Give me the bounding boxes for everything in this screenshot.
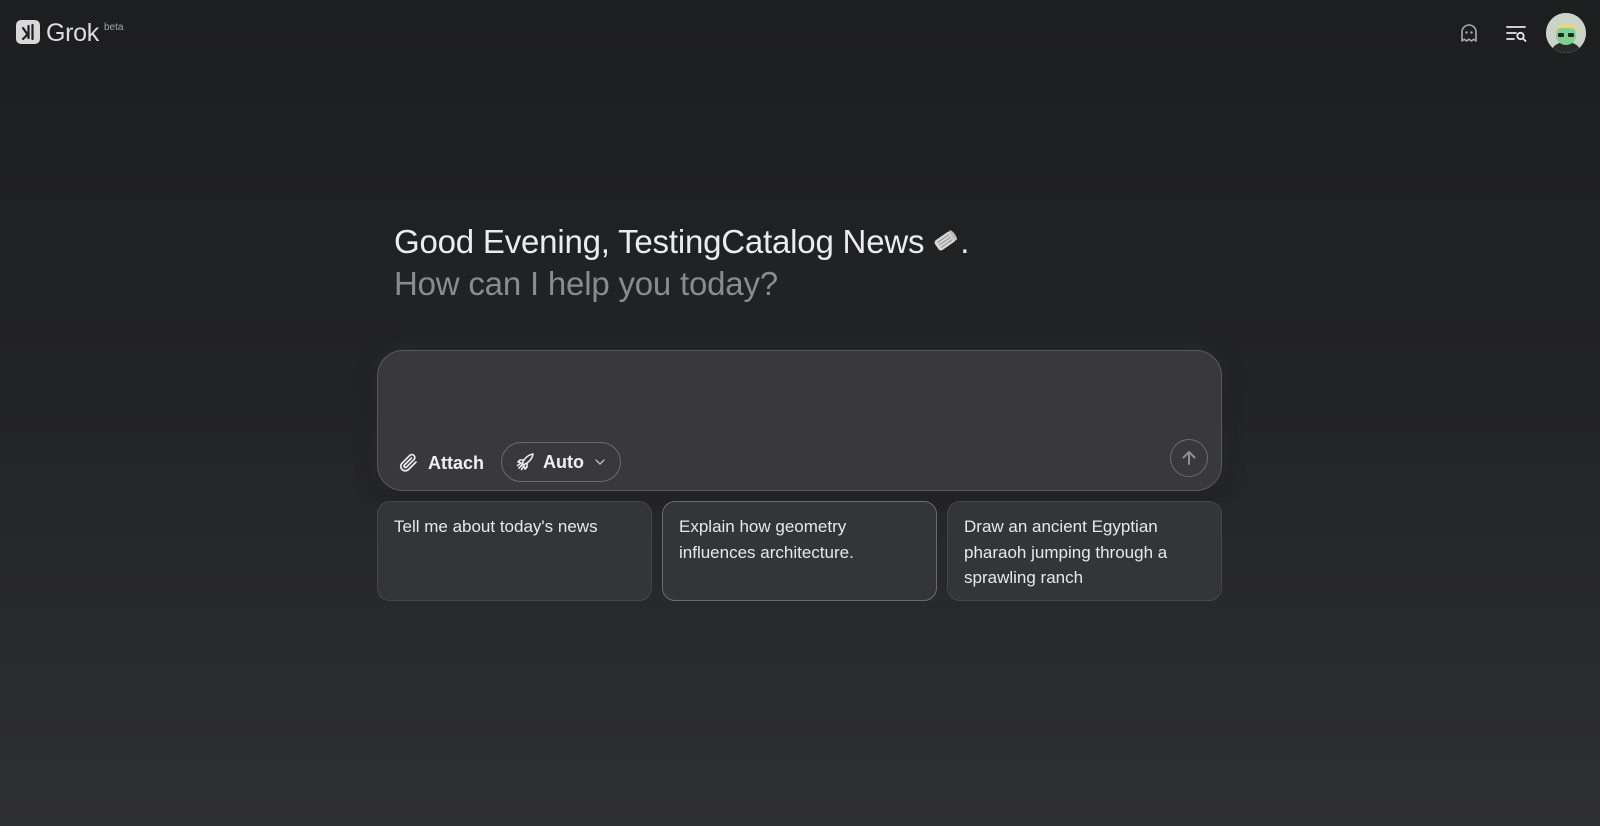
send-button[interactable] — [1170, 439, 1208, 477]
paperclip-icon — [398, 452, 420, 474]
suggestion-card[interactable]: Draw an ancient Egyptian pharaoh jumping… — [947, 501, 1222, 601]
chevron-down-icon — [594, 456, 606, 468]
suggestion-card[interactable]: Explain how geometry influences architec… — [662, 501, 937, 601]
grok-logo-icon — [16, 20, 40, 44]
user-avatar[interactable] — [1546, 13, 1586, 53]
model-label: Auto — [543, 451, 584, 472]
top-bar: Grok beta — [0, 0, 1600, 68]
greeting-punct: . — [960, 223, 970, 260]
attach-button[interactable]: Attach — [398, 445, 484, 481]
rocket-icon — [514, 451, 536, 473]
beta-badge: beta — [103, 22, 124, 33]
greeting-text: Good Evening, TestingCatalog News — [394, 223, 925, 260]
message-input[interactable] — [398, 367, 1192, 431]
newspaper-roll-icon — [930, 225, 960, 255]
ghost-icon[interactable] — [1456, 20, 1482, 46]
help-subheading: How can I help you today? — [394, 265, 778, 302]
model-selector[interactable]: Auto — [501, 442, 621, 482]
greeting-heading: Good Evening, TestingCatalog News . — [394, 222, 969, 262]
history-search-icon[interactable] — [1503, 20, 1529, 46]
brand-name: Grok — [46, 19, 99, 47]
attach-label: Attach — [428, 452, 485, 473]
suggestion-card[interactable]: Tell me about today's news — [377, 501, 652, 601]
arrow-up-icon — [1179, 448, 1199, 468]
brand[interactable]: Grok beta — [16, 20, 123, 46]
